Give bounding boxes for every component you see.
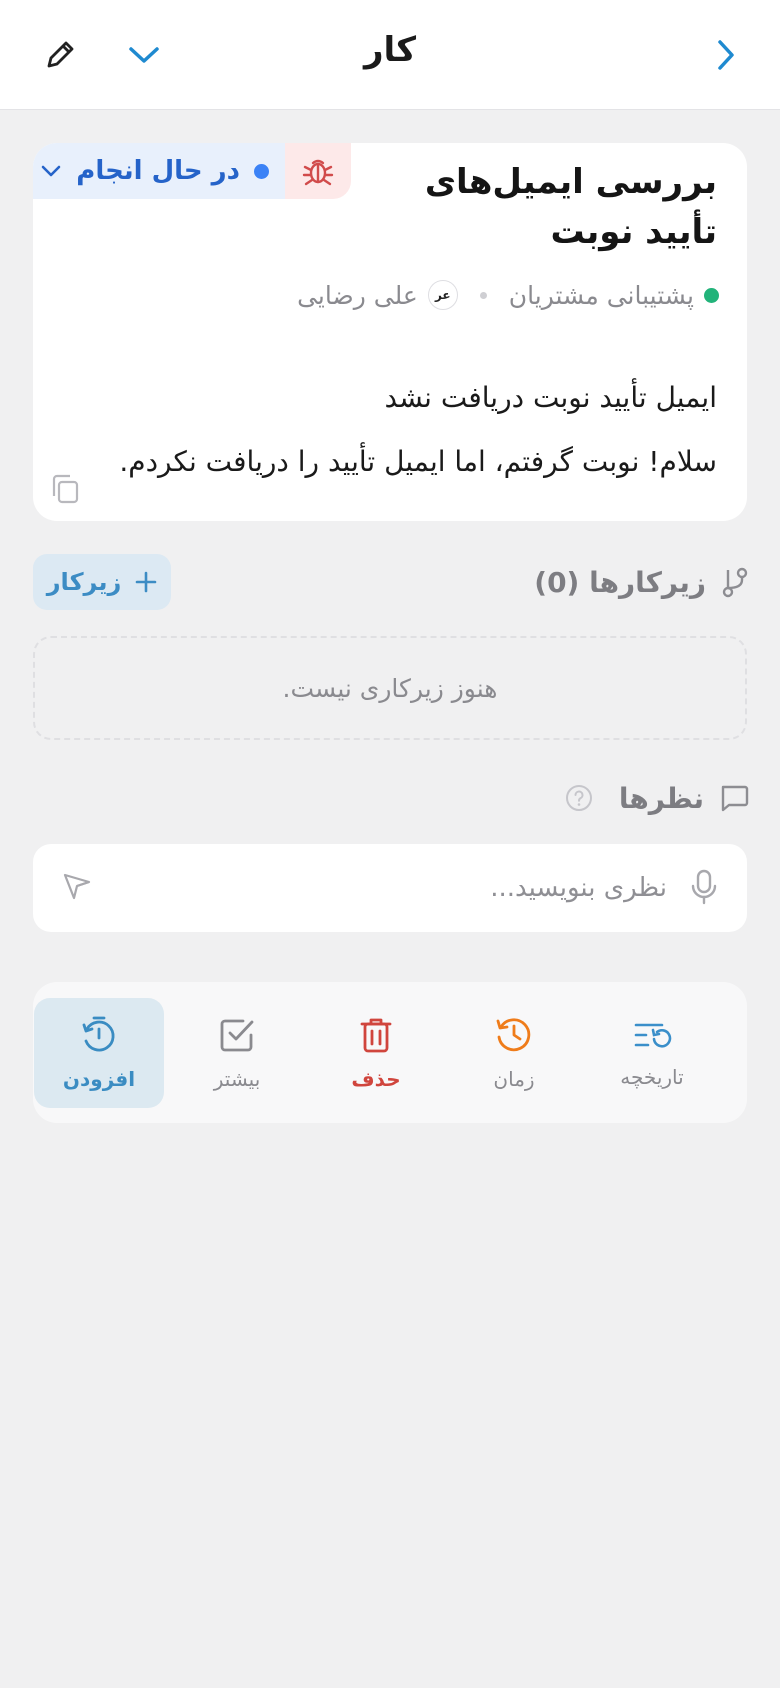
comments-header: نظرها	[565, 776, 750, 820]
plus-icon	[135, 571, 157, 593]
top-bar: کار	[0, 0, 780, 110]
more-label: بیشتر	[213, 1067, 261, 1091]
team-color-dot	[704, 287, 719, 303]
bug-icon	[302, 159, 334, 186]
history-label: تاریخچه	[620, 1065, 684, 1089]
delete-button[interactable]: حذف	[311, 998, 441, 1108]
more-button[interactable]: بیشتر	[172, 998, 302, 1108]
add-subtask-button[interactable]: زیرکار	[33, 554, 171, 610]
pencil-icon	[47, 41, 74, 68]
status-dropdown[interactable]: در حال انجام	[33, 143, 285, 199]
chevron-down-icon	[129, 47, 159, 63]
copy-icon	[52, 474, 79, 504]
timer-add-icon	[82, 1016, 115, 1052]
add-subtask-label: زیرکار	[46, 568, 122, 596]
task-detail-screen: کار بررسی ایمیل‌های تأیید نوبت	[0, 0, 780, 1688]
status-dot	[254, 163, 269, 179]
action-bar: تاریخچه زمان حذف بیشتر افزودن	[33, 982, 747, 1123]
microphone-icon[interactable]	[689, 868, 719, 906]
delete-label: حذف	[351, 1067, 401, 1091]
page-title: کار	[363, 30, 417, 70]
team-name[interactable]: پشتیبانی مشتریان	[509, 281, 694, 310]
copy-button[interactable]	[45, 469, 85, 509]
assignee-name[interactable]: علی رضایی	[297, 281, 418, 310]
comment-icon	[721, 785, 749, 812]
clock-history-icon	[496, 1018, 531, 1052]
subtasks-header: زیرکارها (0)	[534, 560, 750, 604]
task-title: بررسی ایمیل‌های تأیید نوبت	[424, 162, 717, 252]
subtasks-empty-state: هنوز زیرکاری نیست.	[33, 636, 747, 740]
comment-composer	[33, 844, 747, 932]
comment-input[interactable]	[147, 864, 667, 912]
task-meta: پشتیبانی مشتریان عر علی رضایی	[297, 275, 719, 315]
comments-title: نظرها	[618, 781, 704, 815]
add-time-button[interactable]: افزودن	[34, 998, 164, 1108]
checkbox-icon	[220, 1019, 254, 1052]
git-branch-icon	[722, 567, 748, 598]
description-body: سلام! نوبت گرفتم، اما ایمیل تأیید را دری…	[119, 445, 717, 478]
history-button[interactable]: تاریخچه	[587, 998, 717, 1108]
chevron-down-icon	[40, 164, 62, 178]
help-icon[interactable]	[565, 784, 593, 812]
trash-icon	[360, 1018, 392, 1053]
time-label: زمان	[493, 1067, 535, 1091]
send-icon[interactable]	[61, 870, 93, 902]
edit-button[interactable]	[38, 33, 82, 77]
add-time-label: افزودن	[62, 1067, 136, 1091]
subtasks-title: زیرکارها (0)	[534, 565, 706, 599]
task-card: بررسی ایمیل‌های تأیید نوبت در حال انجام	[33, 143, 747, 521]
task-type-badge[interactable]	[285, 143, 351, 199]
empty-state-text: هنوز زیرکاری نیست.	[282, 673, 498, 703]
avatar[interactable]: عر	[427, 280, 458, 310]
history-list-icon	[634, 1023, 672, 1048]
description-title: ایمیل تأیید نوبت دریافت نشد	[384, 381, 718, 414]
switch-view-button[interactable]	[122, 33, 166, 77]
separator-dot	[479, 291, 487, 299]
status-label: در حال انجام	[76, 156, 240, 186]
time-button[interactable]: زمان	[449, 998, 579, 1108]
